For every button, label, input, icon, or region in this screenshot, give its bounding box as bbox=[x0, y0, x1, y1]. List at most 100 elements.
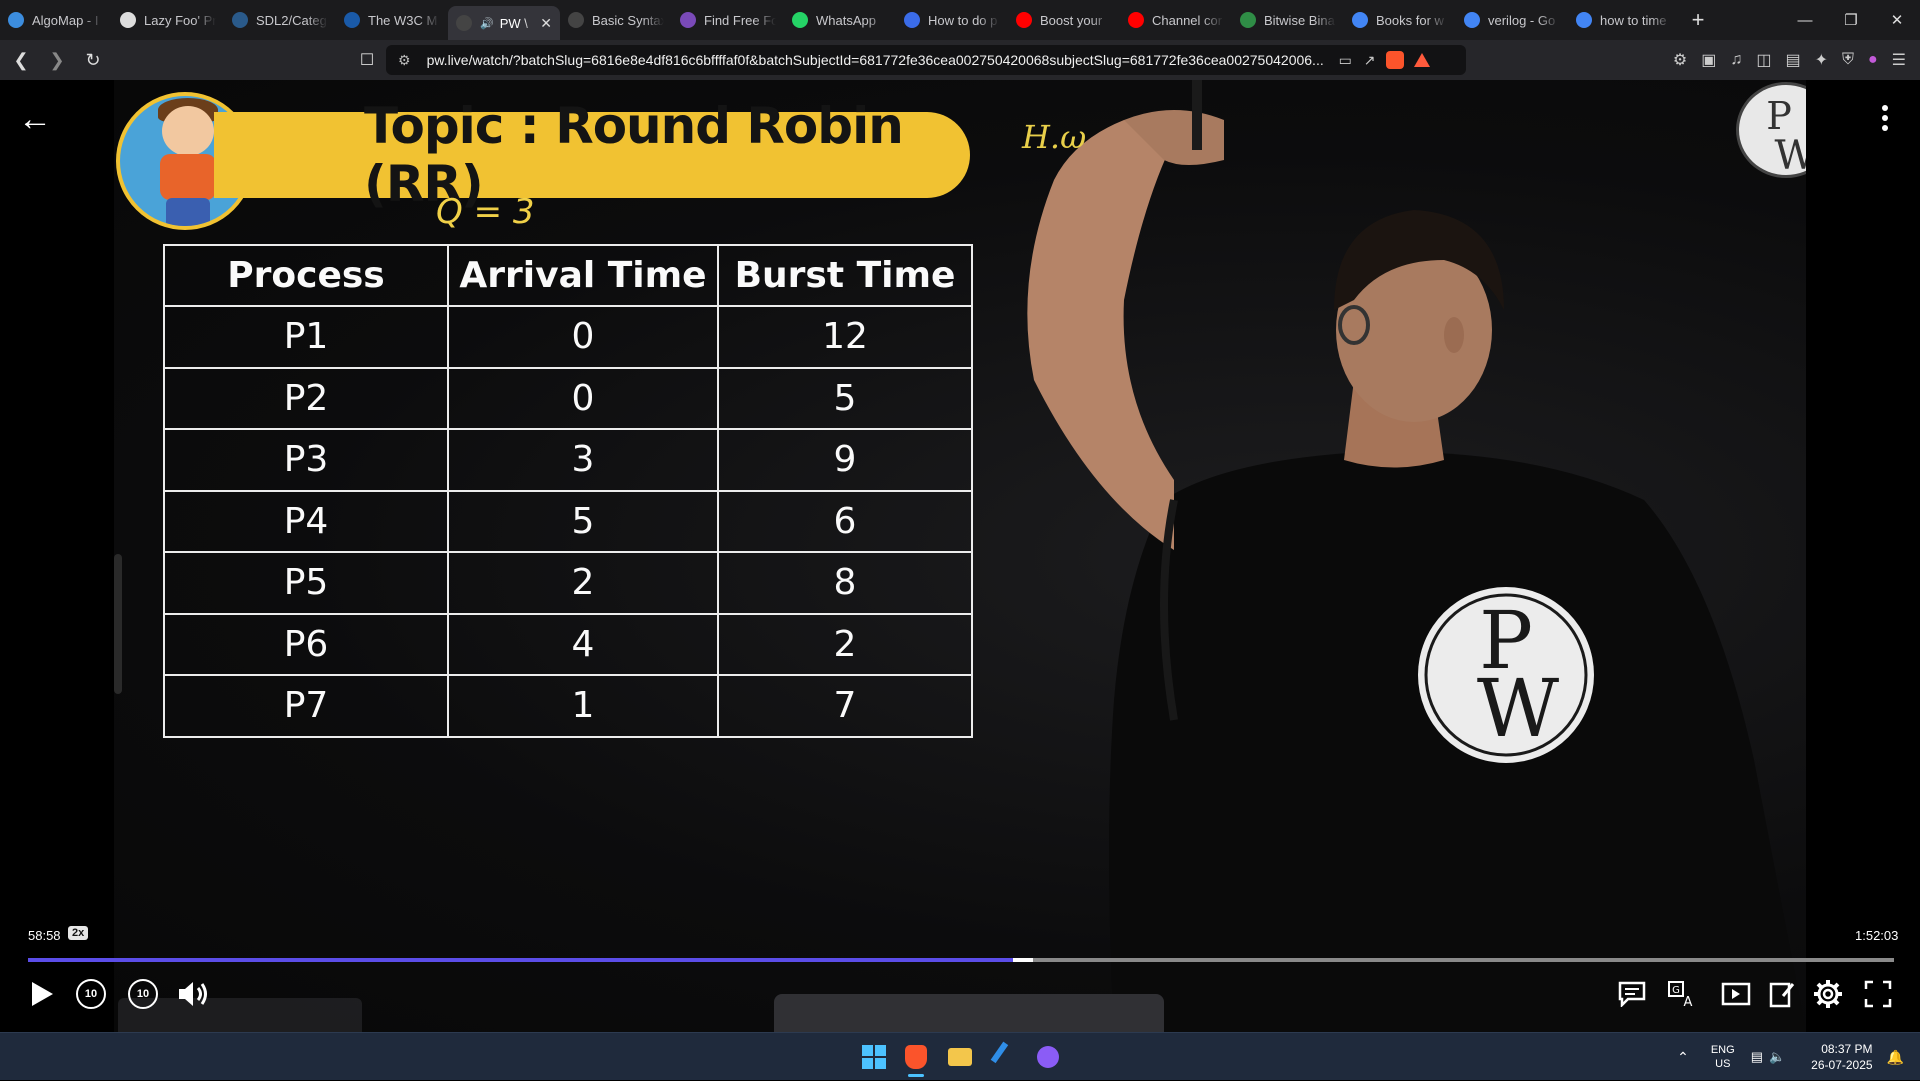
taskbar-github-desktop[interactable] bbox=[1032, 1041, 1064, 1073]
captions-button[interactable] bbox=[1614, 974, 1650, 1014]
restore-button[interactable]: ❐ bbox=[1828, 0, 1874, 40]
browser-tab[interactable]: verilog - Go bbox=[1456, 0, 1568, 40]
menu-icon[interactable]: ☰ bbox=[1892, 50, 1906, 70]
pw-icon bbox=[456, 15, 472, 31]
cell-process: P6 bbox=[163, 612, 449, 676]
vpn-icon[interactable]: ⛨ bbox=[1842, 51, 1854, 69]
browser-tab[interactable]: Bitwise Bina bbox=[1232, 0, 1344, 40]
cell-burst-time: 12 bbox=[717, 305, 973, 369]
topic-banner: Topic : Round Robin (RR) bbox=[214, 97, 970, 213]
input-language[interactable]: ENG US bbox=[1711, 1043, 1735, 1071]
minimize-button[interactable]: — bbox=[1782, 0, 1828, 40]
screenshot-icon[interactable]: ▣ bbox=[1701, 50, 1716, 70]
browser-tab[interactable]: Find Free Fo bbox=[672, 0, 784, 40]
browser-tab[interactable]: Books for w bbox=[1344, 0, 1456, 40]
browser-tab[interactable]: WhatsApp bbox=[784, 0, 896, 40]
cast-icon[interactable]: ▭ bbox=[1339, 52, 1352, 69]
playback-speed-badge[interactable]: 2x bbox=[68, 926, 89, 940]
reload-button[interactable]: ↻ bbox=[78, 45, 108, 75]
browser-tab[interactable]: Channel cor bbox=[1120, 0, 1232, 40]
table-row: P6 4 2 bbox=[163, 612, 973, 676]
back-nav-button[interactable]: ❮ bbox=[6, 45, 36, 75]
sdl-icon bbox=[232, 12, 248, 28]
browser-tab[interactable]: Basic Syntax bbox=[560, 0, 672, 40]
tab-audio-icon[interactable]: 🔊 bbox=[480, 17, 494, 30]
site-info-icon[interactable]: ⚙ bbox=[398, 52, 411, 69]
sidebar-icon[interactable]: ◫ bbox=[1756, 50, 1771, 70]
video-player[interactable]: P W Topic : Round Robin (RR) Q = 3 H.ω P… bbox=[0, 80, 1920, 1032]
browser-tab[interactable]: SDL2/Categ bbox=[224, 0, 336, 40]
svg-text:G: G bbox=[1672, 985, 1680, 996]
address-bar[interactable]: ⚙ pw.live/watch/?batchSlug=6816e8e4df816… bbox=[386, 45, 1466, 75]
table-row: P1 0 12 bbox=[163, 305, 973, 369]
cell-arrival-time: 2 bbox=[447, 551, 719, 615]
url-text[interactable]: pw.live/watch/?batchSlug=6816e8e4df816c6… bbox=[427, 52, 1327, 68]
fullscreen-button[interactable] bbox=[1858, 974, 1898, 1014]
svg-text:A: A bbox=[1684, 995, 1693, 1008]
brave-icon bbox=[905, 1045, 927, 1069]
notification-bell-icon[interactable]: 🔔 bbox=[1887, 1049, 1904, 1066]
browser-tab[interactable]: 🔊 PW \ ✕ bbox=[448, 6, 560, 40]
cell-arrival-time: 0 bbox=[447, 305, 719, 369]
browser-tab[interactable]: AlgoMap - I bbox=[0, 0, 112, 40]
cell-arrival-time: 4 bbox=[447, 612, 719, 676]
chat-icon bbox=[1618, 981, 1646, 1007]
share-icon[interactable]: ↗ bbox=[1364, 52, 1376, 69]
table-row: P3 3 9 bbox=[163, 428, 973, 492]
extensions-icon[interactable]: ⚙ bbox=[1673, 50, 1687, 70]
cell-burst-time: 8 bbox=[717, 551, 973, 615]
close-window-button[interactable]: ✕ bbox=[1874, 0, 1920, 40]
notes-button[interactable] bbox=[1764, 974, 1800, 1014]
translate-button[interactable]: GA bbox=[1664, 974, 1700, 1014]
clock[interactable]: 08:37 PM 26-07-2025 bbox=[1811, 1041, 1872, 1073]
table-row: P4 5 6 bbox=[163, 489, 973, 553]
cell-process: P7 bbox=[163, 674, 449, 738]
table-row: P7 1 7 bbox=[163, 674, 973, 738]
seek-bar[interactable] bbox=[28, 958, 1894, 962]
rewind-10-button[interactable]: 10 bbox=[72, 974, 110, 1014]
cell-process: P4 bbox=[163, 489, 449, 553]
play-icon bbox=[32, 982, 53, 1006]
profile-icon[interactable]: ● bbox=[1868, 51, 1878, 69]
taskbar-file-explorer[interactable] bbox=[944, 1041, 976, 1073]
miniplayer-button[interactable] bbox=[1718, 974, 1754, 1014]
tab-close-icon[interactable]: ✕ bbox=[540, 15, 552, 32]
header-burst-time: Burst Time bbox=[717, 244, 973, 307]
player-back-button[interactable]: ← bbox=[14, 98, 56, 140]
cell-arrival-time: 3 bbox=[447, 428, 719, 492]
tab-title: Channel cor bbox=[1152, 12, 1223, 28]
network-volume-icons[interactable]: ▤🔈 bbox=[1751, 1049, 1791, 1065]
browser-tab[interactable]: Boost your bbox=[1008, 0, 1120, 40]
translate-icon: GA bbox=[1668, 981, 1693, 1008]
browser-tab[interactable]: how to time bbox=[1568, 0, 1680, 40]
wallet-icon[interactable]: ▤ bbox=[1785, 50, 1800, 70]
play-button[interactable] bbox=[24, 974, 60, 1014]
player-more-button[interactable] bbox=[1870, 98, 1900, 138]
github-icon bbox=[1037, 1046, 1059, 1068]
music-icon[interactable]: ♫ bbox=[1730, 51, 1742, 69]
table-header-row: Process Arrival Time Burst Time bbox=[163, 244, 973, 307]
browser-tab[interactable]: Lazy Foo' Pr bbox=[112, 0, 224, 40]
browser-tab[interactable]: The W3C M bbox=[336, 0, 448, 40]
forward-nav-button[interactable]: ❯ bbox=[42, 45, 72, 75]
bookmark-icon[interactable]: ☐ bbox=[352, 45, 382, 75]
taskbar-brave[interactable] bbox=[900, 1041, 932, 1077]
svg-text:W: W bbox=[1774, 133, 1806, 175]
start-button[interactable] bbox=[858, 1041, 890, 1073]
cell-burst-time: 6 bbox=[717, 489, 973, 553]
forward-10-button[interactable]: 10 bbox=[124, 974, 162, 1014]
tab-title: verilog - Go bbox=[1488, 12, 1556, 28]
google-icon bbox=[1464, 12, 1480, 28]
tray-overflow-chevron-icon[interactable]: ⌃ bbox=[1677, 1049, 1689, 1066]
google-icon bbox=[1576, 12, 1592, 28]
brave-rewards-icon[interactable] bbox=[1413, 53, 1430, 67]
leo-ai-icon[interactable]: ✦ bbox=[1815, 50, 1828, 70]
brave-shield-icon[interactable] bbox=[1385, 51, 1404, 69]
new-tab-button[interactable]: + bbox=[1680, 0, 1716, 40]
tab-title: Lazy Foo' Pr bbox=[144, 12, 216, 28]
volume-button[interactable] bbox=[174, 974, 214, 1014]
taskbar-vscode[interactable] bbox=[990, 1041, 1022, 1073]
browser-tab[interactable]: How to do p bbox=[896, 0, 1008, 40]
panel-drag-handle[interactable] bbox=[114, 554, 122, 694]
settings-button[interactable] bbox=[1808, 974, 1848, 1014]
